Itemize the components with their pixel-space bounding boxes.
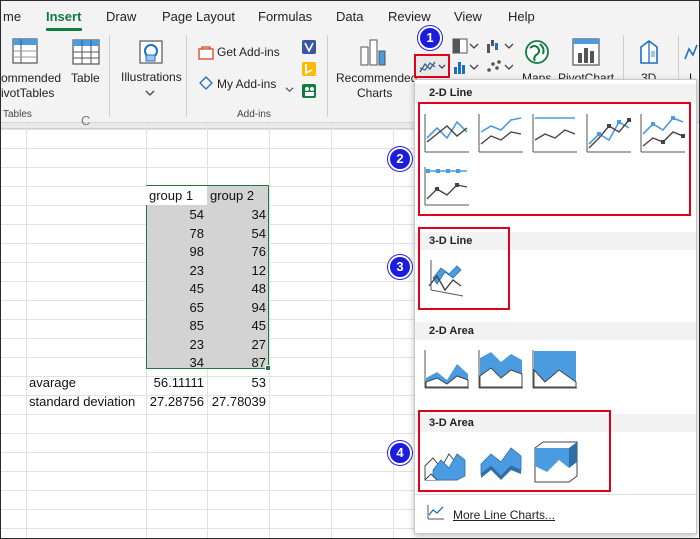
pivot-table-icon[interactable] xyxy=(11,37,41,70)
data-cell[interactable]: 23 xyxy=(146,261,207,280)
bar-chart-icon[interactable] xyxy=(452,59,480,78)
data-cell[interactable]: 78 xyxy=(146,224,207,243)
data-cell[interactable]: 27 xyxy=(207,335,269,354)
average-group-2[interactable]: 53 xyxy=(207,373,269,392)
get-addins-label[interactable]: Get Add-ins xyxy=(217,44,280,60)
data-cell[interactable]: 12 xyxy=(207,261,269,280)
menu-bar: me Insert Draw Page Layout Formulas Data… xyxy=(1,1,699,31)
gridline xyxy=(1,528,421,529)
data-cell[interactable]: 87 xyxy=(207,353,269,372)
highlight-2d-line xyxy=(418,102,691,216)
stacked-area-option[interactable] xyxy=(477,348,525,392)
addins-icon xyxy=(198,76,214,95)
store-icon xyxy=(198,44,214,63)
more-charts-icon xyxy=(427,504,445,523)
100-stacked-area-option[interactable] xyxy=(531,348,579,392)
data-cell[interactable]: 54 xyxy=(207,224,269,243)
gridline xyxy=(1,148,421,149)
data-cell[interactable]: 48 xyxy=(207,279,269,298)
data-cell[interactable]: 23 xyxy=(146,335,207,354)
step-badge-2: 2 xyxy=(388,147,412,171)
excel-window: me Insert Draw Page Layout Formulas Data… xyxy=(0,0,700,539)
line-chart-dropdown: 2-D Line 3-D Line 2-D Area 3-D Area More… xyxy=(414,79,697,534)
menu-review[interactable]: Review xyxy=(388,9,431,24)
illustrations-icon[interactable] xyxy=(136,37,166,70)
data-cell[interactable]: 65 xyxy=(146,298,207,317)
chevron-down-icon[interactable] xyxy=(145,86,155,100)
data-cell[interactable]: 98 xyxy=(146,242,207,261)
gridline xyxy=(1,490,421,491)
recommended-pivot-label-2[interactable]: ivotTables xyxy=(1,85,54,101)
recommended-pivot-label-1[interactable]: ommended xyxy=(1,70,61,86)
menu-draw[interactable]: Draw xyxy=(106,9,136,24)
menu-help[interactable]: Help xyxy=(508,9,535,24)
tables-group-label: Tables xyxy=(3,109,32,120)
my-addins-label[interactable]: My Add-ins xyxy=(217,76,276,92)
step-badge-3: 3 xyxy=(388,255,412,279)
visio-icon[interactable] xyxy=(301,39,317,58)
std-group-1[interactable]: 27.28756 xyxy=(146,392,207,411)
gridline xyxy=(1,414,421,415)
section-2d-area: 2-D Area xyxy=(429,325,474,337)
people-graph-icon[interactable] xyxy=(301,83,317,102)
table-label[interactable]: Table xyxy=(71,70,100,86)
data-cell[interactable]: 34 xyxy=(207,205,269,224)
addins-group-label: Add-ins xyxy=(237,109,271,120)
chevron-down-icon[interactable] xyxy=(285,82,294,96)
gridline xyxy=(1,471,421,472)
header-group-2[interactable]: group 2 xyxy=(207,186,269,205)
menu-data[interactable]: Data xyxy=(336,9,363,24)
bing-icon[interactable] xyxy=(301,61,317,80)
gridline xyxy=(1,433,421,434)
column-chart-icon[interactable] xyxy=(452,38,480,57)
gridline xyxy=(1,129,421,130)
globe-icon[interactable] xyxy=(524,39,550,68)
menu-formulas[interactable]: Formulas xyxy=(258,9,312,24)
more-line-charts-link[interactable]: More Line Charts... xyxy=(453,508,555,522)
average-label[interactable]: avarage xyxy=(26,373,76,392)
recommended-charts-label-2[interactable]: Charts xyxy=(357,85,392,101)
menu-home[interactable]: me xyxy=(3,9,21,24)
std-label[interactable]: standard deviation xyxy=(26,392,135,411)
column-header-partial: C xyxy=(81,113,91,128)
data-cell[interactable]: 85 xyxy=(146,316,207,335)
menu-page-layout[interactable]: Page Layout xyxy=(162,9,235,24)
pivot-chart-icon[interactable] xyxy=(571,37,601,70)
table-icon[interactable] xyxy=(71,37,101,70)
gridline xyxy=(1,452,421,453)
waterfall-chart-icon[interactable] xyxy=(485,38,515,57)
header-group-1[interactable]: group 1 xyxy=(146,186,207,205)
scatter-chart-icon[interactable] xyxy=(485,59,515,78)
area-chart-option[interactable] xyxy=(423,348,471,392)
menu-insert[interactable]: Insert xyxy=(46,9,81,24)
menu-view[interactable]: View xyxy=(454,9,482,24)
illustrations-label[interactable]: Illustrations xyxy=(121,69,182,85)
data-cell[interactable]: 94 xyxy=(207,298,269,317)
average-group-1[interactable]: 56.11111 xyxy=(146,373,207,392)
data-cell[interactable]: 54 xyxy=(146,205,207,224)
line-chart-button[interactable] xyxy=(414,54,450,78)
data-cell[interactable]: 45 xyxy=(207,316,269,335)
std-group-2[interactable]: 27.78039 xyxy=(207,392,269,411)
gridline xyxy=(1,509,421,510)
recommended-charts-icon[interactable] xyxy=(358,37,388,70)
3d-map-icon[interactable] xyxy=(637,37,663,70)
highlight-3d-line xyxy=(418,227,510,310)
recommended-charts-label-1[interactable]: Recommended xyxy=(336,70,417,86)
panel-divider xyxy=(415,494,696,495)
step-badge-4: 4 xyxy=(388,441,412,465)
ribbon-separator xyxy=(109,35,110,117)
ribbon-separator xyxy=(327,35,328,117)
data-cell[interactable]: 76 xyxy=(207,242,269,261)
sparkline-icon[interactable] xyxy=(684,39,698,68)
data-cell[interactable]: 45 xyxy=(146,279,207,298)
step-badge-1: 1 xyxy=(418,26,442,50)
highlight-3d-area xyxy=(418,410,611,492)
ribbon-separator xyxy=(186,35,187,117)
section-2d-line: 2-D Line xyxy=(429,87,473,99)
data-cell[interactable]: 34 xyxy=(146,353,207,372)
gridline xyxy=(1,167,421,168)
